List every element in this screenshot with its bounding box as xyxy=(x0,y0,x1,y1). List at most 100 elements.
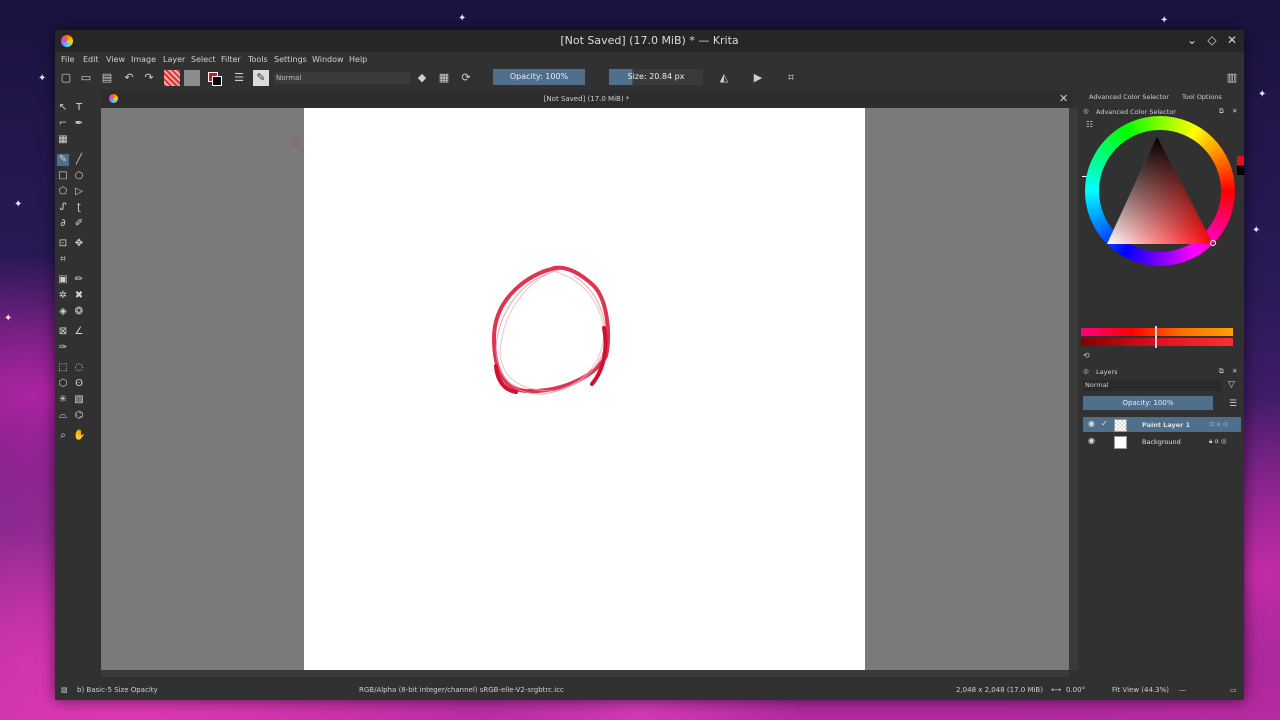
layer-row[interactable]: ◉ ✓ Paint Layer 1 ⊡ α ◎ xyxy=(1083,417,1241,432)
ellipse-select-icon[interactable]: ◌ xyxy=(73,362,85,374)
select-shapes-icon[interactable]: ↖ xyxy=(57,102,69,114)
preserve-alpha-icon[interactable]: ▦ xyxy=(436,70,452,86)
menu-window[interactable]: Window xyxy=(312,55,344,64)
layer-lock-icon[interactable]: ⊡ α ◎ xyxy=(1209,420,1229,428)
menu-layer[interactable]: Layer xyxy=(163,55,185,64)
fg-bg-color-icon[interactable] xyxy=(206,70,222,86)
tab-advanced-color-selector[interactable]: Advanced Color Selector xyxy=(1089,93,1169,101)
fill-pattern-icon[interactable] xyxy=(184,70,200,86)
polygon-tool-icon[interactable]: ⬠ xyxy=(57,186,69,198)
title-bar[interactable]: [Not Saved] (17.0 MiB) * — Krita ⌄ ◇ ✕ xyxy=(55,30,1244,52)
menu-edit[interactable]: Edit xyxy=(83,55,99,64)
rotation-icon[interactable]: ⟷ xyxy=(1051,686,1061,694)
close-button[interactable]: ✕ xyxy=(1224,33,1240,47)
menu-image[interactable]: Image xyxy=(131,55,156,64)
zoom-slider[interactable]: — xyxy=(1179,686,1186,694)
horizontal-scrollbar[interactable] xyxy=(101,670,1069,677)
zoom-tool-icon[interactable]: ⌕ xyxy=(57,430,69,442)
workspace-icon[interactable]: ▥ xyxy=(1224,70,1240,86)
bg-color-swatch[interactable] xyxy=(1237,166,1244,175)
move-tool-icon[interactable]: ✥ xyxy=(73,238,85,250)
measure-tool-icon[interactable]: ∠ xyxy=(73,326,85,338)
polyline-tool-icon[interactable]: ▷ xyxy=(73,186,85,198)
menu-file[interactable]: File xyxy=(61,55,74,64)
vertical-scrollbar[interactable] xyxy=(1069,108,1078,670)
ellipse-tool-icon[interactable]: ○ xyxy=(73,170,85,182)
similar-select-icon[interactable]: ▧ xyxy=(73,394,85,406)
menu-filter[interactable]: Filter xyxy=(221,55,241,64)
freehand-brush-icon[interactable]: ✎ xyxy=(57,154,69,166)
magnetic-select-icon[interactable]: ⌬ xyxy=(73,410,85,422)
color-picker-icon[interactable]: ✏ xyxy=(73,274,85,286)
gradient-tool-icon[interactable]: ▣ xyxy=(57,274,69,286)
zoom-level[interactable]: Fit View (44.3%) xyxy=(1112,686,1169,694)
enclose-fill-icon[interactable]: ❂ xyxy=(73,306,85,318)
freehand-path-icon[interactable]: ʈ xyxy=(73,202,85,214)
fill-tool-icon[interactable]: ◈ xyxy=(57,306,69,318)
reload-preset-icon[interactable]: ⟳ xyxy=(458,70,474,86)
bezier-tool-icon[interactable]: ᔑ xyxy=(57,202,69,214)
mirror-horizontal-icon[interactable]: ◭ xyxy=(716,70,732,86)
layer-check-icon[interactable]: ✓ xyxy=(1101,419,1108,428)
assistant-tool-icon[interactable]: ⊠ xyxy=(57,326,69,338)
blend-mode-select[interactable]: Normal xyxy=(274,72,410,84)
pan-tool-icon[interactable]: ✋ xyxy=(73,430,85,442)
brush-settings-icon[interactable]: ☰ xyxy=(231,70,247,86)
minimize-button[interactable]: ⌄ xyxy=(1184,33,1200,47)
brush-preset-icon[interactable]: ✎ xyxy=(253,70,269,86)
hue-slider[interactable] xyxy=(1081,328,1233,336)
menu-view[interactable]: View xyxy=(106,55,125,64)
size-slider[interactable]: Size: 20.84 px xyxy=(609,69,703,85)
rectangle-tool-icon[interactable]: □ xyxy=(57,170,69,182)
eraser-icon[interactable]: ◆ xyxy=(414,70,430,86)
close-panel-icon[interactable]: ✕ xyxy=(1232,107,1237,115)
smart-patch-icon[interactable]: ✖ xyxy=(73,290,85,302)
fullscreen-icon[interactable]: ▭ xyxy=(1230,686,1237,694)
layer-lock-icon[interactable]: 🔒︎ α ◎ xyxy=(1209,437,1227,446)
panel-lock-icon[interactable]: ◎ xyxy=(1083,107,1089,115)
color-triangle[interactable] xyxy=(1085,116,1235,266)
opacity-slider[interactable]: Opacity: 100% xyxy=(493,69,585,85)
calligraphy-icon[interactable]: ✒ xyxy=(73,118,85,130)
dynamic-brush-icon[interactable]: ∂ xyxy=(57,218,69,230)
canvas-paper[interactable] xyxy=(304,108,865,670)
fill-gradient-icon[interactable] xyxy=(164,70,180,86)
rect-select-icon[interactable]: ⬚ xyxy=(57,362,69,374)
multibrush-icon[interactable]: ✐ xyxy=(73,218,85,230)
freehand-select-icon[interactable]: ʘ xyxy=(73,378,85,390)
open-folder-icon[interactable]: ▭ xyxy=(78,70,94,86)
float-panel-icon[interactable]: ⧉ xyxy=(1219,107,1224,116)
polygon-select-icon[interactable]: ⬡ xyxy=(57,378,69,390)
canvas-area[interactable] xyxy=(101,108,1069,670)
menu-tools[interactable]: Tools xyxy=(248,55,268,64)
assistant-icon[interactable]: ▦ xyxy=(57,134,69,146)
layers-float-icon[interactable]: ⧉ xyxy=(1219,367,1224,376)
transform-tool-icon[interactable]: ⊡ xyxy=(57,238,69,250)
saturation-slider[interactable] xyxy=(1081,338,1233,346)
refresh-icon[interactable]: ⟲ xyxy=(1083,351,1090,360)
text-tool-icon[interactable]: T xyxy=(73,102,85,114)
fg-color-swatch[interactable] xyxy=(1237,156,1244,165)
undo-icon[interactable]: ↶ xyxy=(121,70,137,86)
layers-lock-icon[interactable]: ◎ xyxy=(1083,367,1089,375)
layers-blend-select[interactable]: Normal xyxy=(1083,380,1221,391)
visibility-eye-icon[interactable]: ◉ xyxy=(1088,419,1095,428)
menu-settings[interactable]: Settings xyxy=(274,55,307,64)
maximize-button[interactable]: ◇ xyxy=(1204,33,1220,47)
menu-help[interactable]: Help xyxy=(349,55,367,64)
layer-row[interactable]: ◉ Background 🔒︎ α ◎ xyxy=(1083,434,1241,449)
close-document-icon[interactable]: ✕ xyxy=(1059,92,1068,105)
redo-icon[interactable]: ↷ xyxy=(141,70,157,86)
visibility-eye-icon[interactable]: ◉ xyxy=(1088,436,1095,445)
brush-preset-icon[interactable]: ▨ xyxy=(61,686,68,694)
mirror-vertical-icon[interactable]: ▶ xyxy=(750,70,766,86)
layers-menu-icon[interactable]: ☰ xyxy=(1229,399,1237,409)
edit-shapes-icon[interactable]: ⌐ xyxy=(57,118,69,130)
slider-handle[interactable] xyxy=(1155,326,1157,348)
tab-tool-options[interactable]: Tool Options xyxy=(1182,93,1222,101)
reference-tool-icon[interactable]: ✑ xyxy=(57,342,69,354)
layers-opacity-slider[interactable]: Opacity: 100% xyxy=(1083,396,1213,410)
bezier-select-icon[interactable]: ⌓ xyxy=(57,410,69,422)
colorize-mask-icon[interactable]: ✲ xyxy=(57,290,69,302)
menu-select[interactable]: Select xyxy=(191,55,216,64)
